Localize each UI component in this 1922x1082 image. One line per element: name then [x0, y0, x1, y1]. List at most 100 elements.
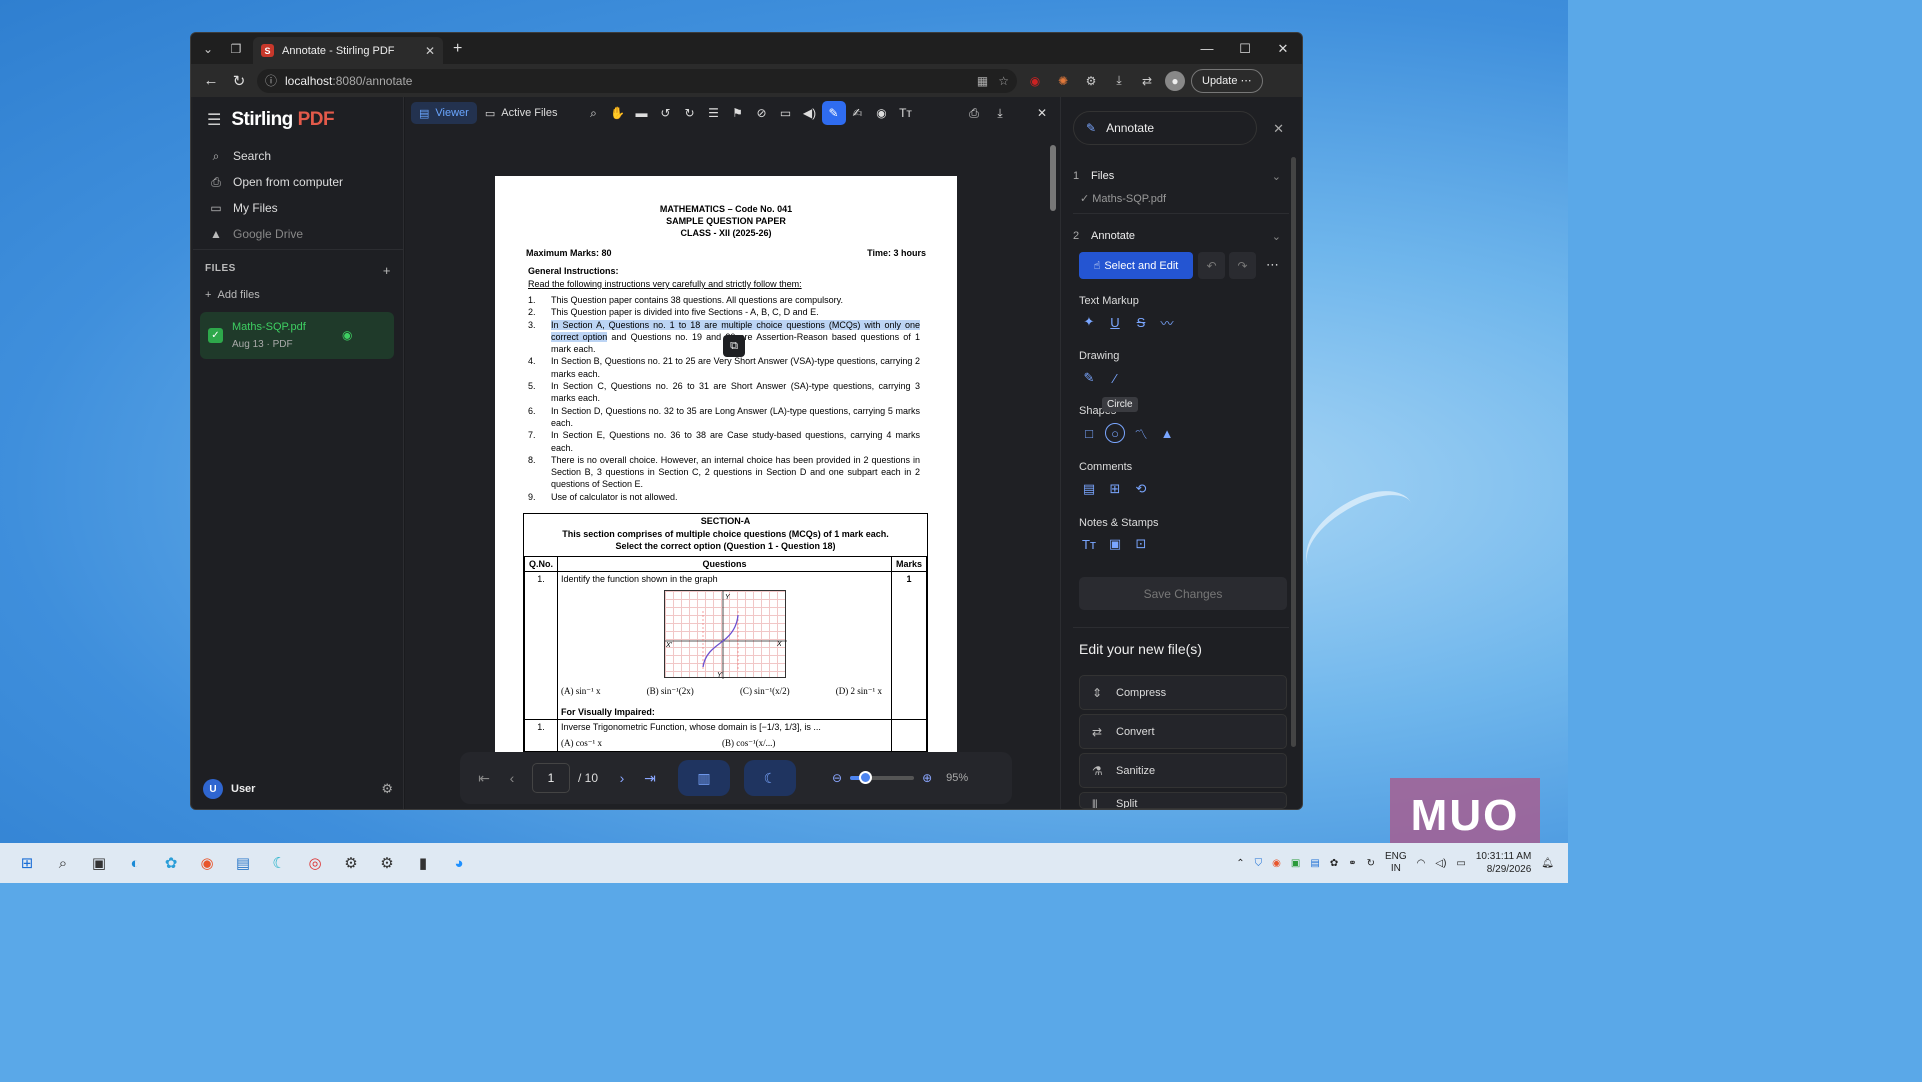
- chrome-icon[interactable]: ◎: [302, 850, 328, 876]
- zoom-slider-knob[interactable]: [859, 771, 873, 784]
- task-view-icon[interactable]: ▣: [86, 850, 112, 876]
- zoom-out-icon[interactable]: ⊖: [832, 771, 842, 785]
- sidebar-item-my-files[interactable]: ▭ My Files: [205, 195, 395, 221]
- chevron-up-icon[interactable]: ⌃: [1236, 858, 1244, 869]
- pdf-page[interactable]: MATHEMATICS – Code No. 041 SAMPLE QUESTI…: [495, 176, 957, 756]
- text-icon[interactable]: Tт: [894, 101, 918, 125]
- page-number-input[interactable]: 1: [532, 763, 570, 793]
- dark-mode-button[interactable]: ☾: [744, 760, 796, 796]
- text-box-icon[interactable]: Tт: [1079, 534, 1099, 554]
- extension-icon[interactable]: ✺: [1053, 71, 1073, 91]
- sync-icon[interactable]: ↻: [1367, 858, 1375, 869]
- app-icon[interactable]: ◉: [194, 850, 220, 876]
- ublock-icon[interactable]: ◉: [1025, 71, 1045, 91]
- download-icon[interactable]: ⤓: [990, 106, 1010, 121]
- add-file-icon[interactable]: +: [383, 263, 391, 278]
- zoom-slider[interactable]: [850, 771, 915, 784]
- minimize-icon[interactable]: —: [1188, 41, 1226, 57]
- pen-icon[interactable]: ✎: [1079, 368, 1099, 388]
- comment-search-icon[interactable]: ⟲: [1131, 479, 1151, 499]
- add-files-link[interactable]: + Add files: [205, 289, 260, 301]
- step-annotate[interactable]: 2 Annotate ⌄: [1073, 230, 1281, 243]
- clock[interactable]: 10:31:11 AM 8/29/2026: [1476, 850, 1531, 876]
- sign-icon[interactable]: ✍: [846, 101, 870, 125]
- add-comment-icon[interactable]: ⊞: [1105, 479, 1125, 499]
- speaker-icon[interactable]: ◀): [798, 101, 822, 125]
- panel-scroll-thumb[interactable]: [1291, 157, 1296, 747]
- bookmark-icon[interactable]: ⚑: [726, 101, 750, 125]
- browser-tab[interactable]: S Annotate - Stirling PDF ✕: [253, 37, 443, 64]
- sidebar-item-search[interactable]: ⌕ Search: [205, 143, 395, 169]
- workspaces-icon[interactable]: ❐: [225, 38, 247, 60]
- tab-active-files[interactable]: ▭ Active Files: [477, 102, 566, 124]
- tray-app-icon[interactable]: ▣: [1291, 858, 1300, 869]
- battery-icon[interactable]: ▭: [1456, 858, 1465, 869]
- close-icon[interactable]: ✕: [1032, 106, 1052, 121]
- viewer-scroll-thumb[interactable]: [1050, 145, 1056, 211]
- update-button[interactable]: Update ⋯: [1191, 68, 1263, 93]
- last-page-icon[interactable]: ⇥: [636, 770, 664, 787]
- dual-page-button[interactable]: ▥: [678, 760, 730, 796]
- tray-app-icon[interactable]: ✿: [1330, 858, 1338, 869]
- sidebar-item-google-drive[interactable]: ▲ Google Drive: [205, 221, 395, 247]
- view-icon[interactable]: ◉: [870, 101, 894, 125]
- checkbox-icon[interactable]: ✓: [208, 328, 223, 343]
- new-tab-icon[interactable]: +: [453, 40, 462, 58]
- hamburger-icon[interactable]: ☰: [207, 110, 221, 130]
- tray-app-icon[interactable]: ◉: [1272, 858, 1281, 869]
- rotate-left-icon[interactable]: ↺: [654, 101, 678, 125]
- docker-icon[interactable]: ◕: [446, 850, 472, 876]
- volume-icon[interactable]: ◁): [1435, 858, 1446, 869]
- site-info-icon[interactable]: ⓘ: [265, 72, 277, 89]
- reader-view-icon[interactable]: ▦: [977, 74, 988, 88]
- app-icon[interactable]: ▤: [230, 850, 256, 876]
- language-indicator[interactable]: ENG IN: [1385, 851, 1407, 875]
- refresh-icon[interactable]: ↻: [225, 72, 253, 90]
- panel-header[interactable]: ✎ Annotate: [1073, 111, 1257, 145]
- attachment-icon[interactable]: ⊘: [750, 101, 774, 125]
- search-icon[interactable]: ⌕: [582, 101, 606, 125]
- app-icon[interactable]: ☾: [266, 850, 292, 876]
- tool-split[interactable]: ⫼ Split: [1079, 792, 1287, 809]
- circle-icon[interactable]: ○: [1105, 423, 1125, 443]
- squiggly-icon[interactable]: 〰: [1157, 312, 1177, 332]
- gear-icon[interactable]: ⚙: [381, 781, 393, 797]
- tray-app-icon[interactable]: ⚭: [1348, 858, 1356, 869]
- tool-sanitize[interactable]: ⚗ Sanitize: [1079, 753, 1287, 788]
- comment-icon[interactable]: ▤: [1079, 479, 1099, 499]
- brush-icon[interactable]: ⁄: [1105, 368, 1125, 388]
- copy-icon[interactable]: ⧉: [723, 335, 745, 357]
- tab-actions-icon[interactable]: ⌄: [197, 38, 219, 60]
- print-icon[interactable]: ⎙: [964, 106, 984, 121]
- app-icon[interactable]: ✿: [158, 850, 184, 876]
- share-icon[interactable]: ⇄: [1137, 71, 1157, 91]
- app-icon[interactable]: ⚙: [374, 850, 400, 876]
- tray-app-icon[interactable]: ▤: [1310, 858, 1319, 869]
- sticky-note-icon[interactable]: ▣: [1105, 534, 1125, 554]
- ruler-icon[interactable]: ▬: [630, 101, 654, 125]
- list-icon[interactable]: ☰: [702, 101, 726, 125]
- app-icon[interactable]: ⚙: [338, 850, 364, 876]
- file-card[interactable]: ✓ Maths-SQP.pdf Aug 13 · PDF ◉: [200, 312, 394, 359]
- polyline-icon[interactable]: 〽: [1131, 423, 1151, 443]
- step-files[interactable]: 1 Files ⌄: [1073, 170, 1281, 183]
- notifications-icon[interactable]: 🔔︎: [1541, 858, 1554, 869]
- back-icon[interactable]: ←: [197, 72, 225, 89]
- pan-hand-icon[interactable]: ✋: [606, 101, 630, 125]
- tab-viewer[interactable]: ▤ Viewer: [411, 102, 477, 124]
- downloads-icon[interactable]: ⤓: [1109, 71, 1129, 91]
- favorite-icon[interactable]: ☆: [998, 74, 1009, 88]
- comment-icon[interactable]: ▭: [774, 101, 798, 125]
- select-edit-button[interactable]: ☝ Select and Edit: [1079, 252, 1193, 279]
- draw-icon[interactable]: ✎: [821, 101, 846, 125]
- viewer-scrollbar[interactable]: [1050, 139, 1056, 803]
- avatar[interactable]: U: [203, 779, 223, 799]
- triangle-icon[interactable]: ▲: [1157, 423, 1177, 443]
- next-page-icon[interactable]: ›: [608, 770, 636, 786]
- undo-button[interactable]: ↶: [1198, 252, 1225, 279]
- strikethrough-icon[interactable]: S: [1131, 312, 1151, 332]
- square-icon[interactable]: □: [1079, 423, 1099, 443]
- defender-icon[interactable]: ⛉: [1255, 858, 1263, 869]
- underline-icon[interactable]: U: [1105, 312, 1125, 332]
- stamp-icon[interactable]: ⊡: [1131, 534, 1151, 554]
